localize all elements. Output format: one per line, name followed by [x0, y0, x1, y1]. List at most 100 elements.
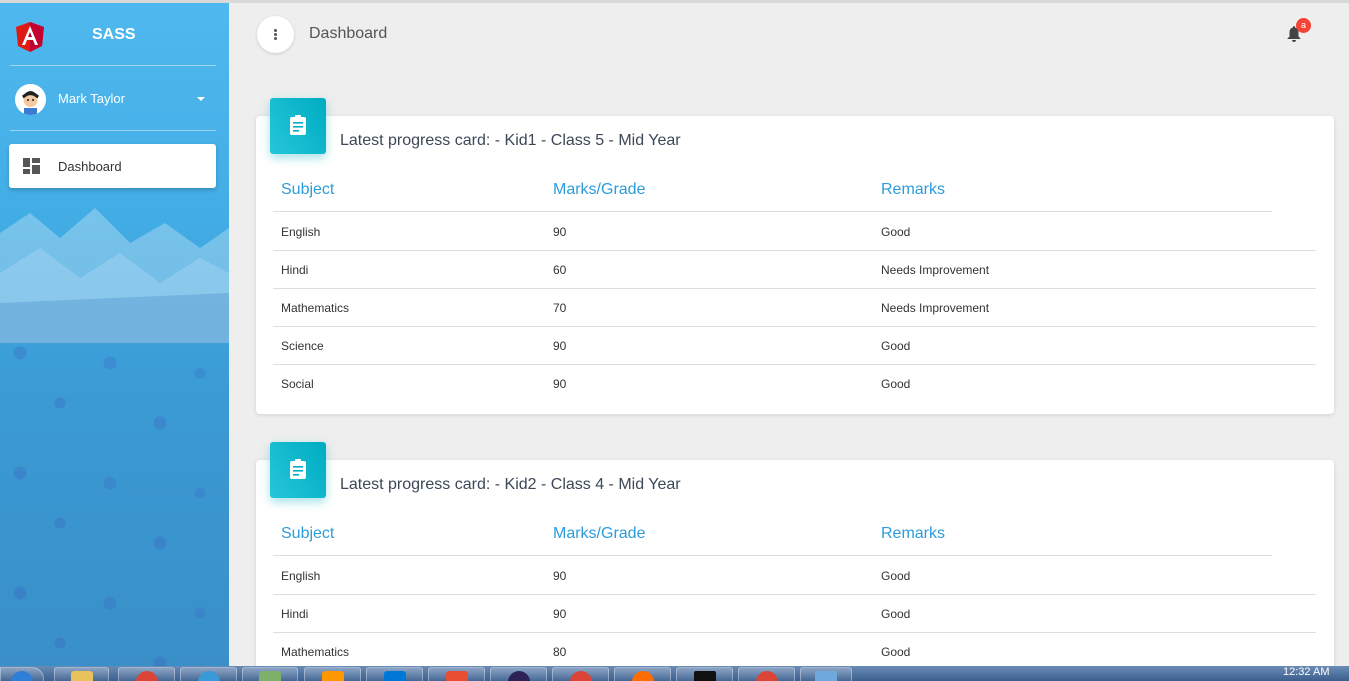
taskbar-app-ie[interactable]	[180, 667, 237, 681]
taskbar-app-chrome-2[interactable]	[552, 667, 609, 681]
cell-remarks: Good	[881, 377, 911, 391]
column-header-remarks[interactable]: Remarks	[881, 525, 945, 543]
table-row: Mathematics 80 Good	[273, 632, 1316, 670]
row-divider	[273, 326, 1316, 327]
dot-icon	[274, 37, 277, 40]
column-header-subject[interactable]: Subject	[281, 181, 334, 199]
terminal-icon	[693, 671, 716, 681]
chevron-down-icon[interactable]	[197, 97, 205, 101]
card-title: Latest progress card: - Kid1 - Class 5 -…	[340, 132, 681, 149]
card-header-icon-box	[270, 442, 326, 498]
cell-subject: Science	[281, 339, 324, 353]
dot-icon	[274, 33, 277, 36]
sublime-text-icon	[321, 671, 344, 681]
progress-card: Latest progress card: - Kid1 - Class 5 -…	[256, 98, 1334, 414]
git-icon	[445, 671, 468, 681]
chrome-icon	[135, 671, 158, 681]
taskbar-app-photos[interactable]	[242, 667, 298, 681]
sidebar-divider	[10, 65, 216, 66]
cell-subject: English	[281, 225, 321, 239]
table-row: Social 90 Good	[273, 364, 1316, 402]
top-navbar: Dashboard a	[229, 3, 1349, 63]
chrome-icon	[569, 671, 592, 681]
user-avatar-icon	[15, 84, 46, 115]
brand[interactable]: SASS	[0, 3, 229, 65]
internet-explorer-icon	[197, 671, 220, 681]
taskbar-app-chrome-3[interactable]	[738, 667, 795, 681]
cell-marks: 90	[553, 225, 567, 239]
cell-marks: 60	[553, 263, 567, 277]
column-header-marks[interactable]: Marks/Grade	[553, 525, 645, 543]
cell-remarks: Good	[881, 569, 911, 583]
windows-logo-icon	[11, 671, 33, 681]
user-name: Mark Taylor	[58, 91, 125, 106]
column-header-subject[interactable]: Subject	[281, 525, 334, 543]
cell-remarks: Needs Improvement	[881, 301, 990, 315]
avatar	[15, 84, 46, 115]
more-options-button[interactable]	[257, 16, 294, 53]
taskbar-app-remote-desktop[interactable]	[800, 667, 852, 681]
cell-subject: English	[281, 569, 321, 583]
os-taskbar: 12:32 AM	[0, 666, 1349, 681]
taskbar-app-terminal[interactable]	[676, 667, 733, 681]
dot-icon	[274, 29, 277, 32]
brand-name: SASS	[92, 26, 136, 43]
taskbar-app-vscode[interactable]	[366, 667, 423, 681]
cell-marks: 90	[553, 339, 567, 353]
cell-remarks: Good	[881, 225, 911, 239]
row-divider	[273, 632, 1316, 633]
cell-subject: Hindi	[281, 607, 309, 621]
sidebar-background-mountains	[0, 208, 229, 343]
cell-remarks: Good	[881, 607, 911, 621]
cell-marks: 90	[553, 569, 567, 583]
card-header-icon-box	[270, 98, 326, 154]
cell-marks: 80	[553, 645, 567, 659]
start-button[interactable]	[0, 667, 44, 681]
table-row: English 90 Good	[273, 212, 1316, 250]
cell-remarks: Good	[881, 339, 911, 353]
card-title: Latest progress card: - Kid2 - Class 4 -…	[340, 476, 681, 493]
taskbar-app-git[interactable]	[428, 667, 485, 681]
column-header-marks[interactable]: Marks/Grade	[553, 181, 645, 199]
taskbar-app-sublime[interactable]	[304, 667, 361, 681]
sidebar-item-dashboard[interactable]: Dashboard	[9, 144, 216, 188]
cell-marks: 70	[553, 301, 567, 315]
clipboard-icon	[290, 115, 306, 135]
clipboard-icon	[290, 459, 306, 479]
sidebar-divider	[10, 130, 216, 131]
row-divider	[273, 594, 1316, 595]
firefox-icon	[631, 671, 654, 681]
table-row: English 90 Good	[273, 556, 1316, 594]
taskbar-app-firefox[interactable]	[614, 667, 671, 681]
taskbar-clock[interactable]: 12:32 AM	[1283, 666, 1329, 678]
page-title: Dashboard	[309, 25, 388, 42]
angular-logo-icon	[16, 22, 44, 52]
row-divider	[273, 364, 1316, 365]
cell-remarks: Needs Improvement	[881, 263, 990, 277]
taskbar-app-eclipse[interactable]	[490, 667, 547, 681]
table-row: Science 90 Good	[273, 326, 1316, 364]
table-row: Hindi 90 Good	[273, 594, 1316, 632]
sidebar-item-label: Dashboard	[58, 159, 122, 174]
table-row: Hindi 60 Needs Improvement	[273, 250, 1316, 288]
cell-subject: Mathematics	[281, 645, 350, 659]
window-top-border	[0, 0, 1349, 3]
vscode-icon	[383, 671, 406, 681]
cell-marks: 90	[553, 607, 567, 621]
taskbar-app-explorer[interactable]	[54, 667, 109, 681]
cell-subject: Hindi	[281, 263, 309, 277]
image-viewer-icon	[259, 671, 281, 681]
cell-subject: Social	[281, 377, 314, 391]
row-divider	[273, 288, 1316, 289]
column-header-remarks[interactable]: Remarks	[881, 181, 945, 199]
user-menu[interactable]: Mark Taylor	[0, 79, 229, 119]
notification-badge[interactable]: a	[1296, 18, 1311, 33]
monitor-icon	[815, 671, 837, 681]
dashboard-icon	[23, 158, 40, 174]
cell-subject: Mathematics	[281, 301, 350, 315]
eclipse-icon	[507, 671, 530, 681]
chrome-icon	[755, 671, 778, 681]
cell-remarks: Good	[881, 645, 911, 659]
taskbar-app-chrome[interactable]	[118, 667, 175, 681]
row-divider	[273, 250, 1316, 251]
